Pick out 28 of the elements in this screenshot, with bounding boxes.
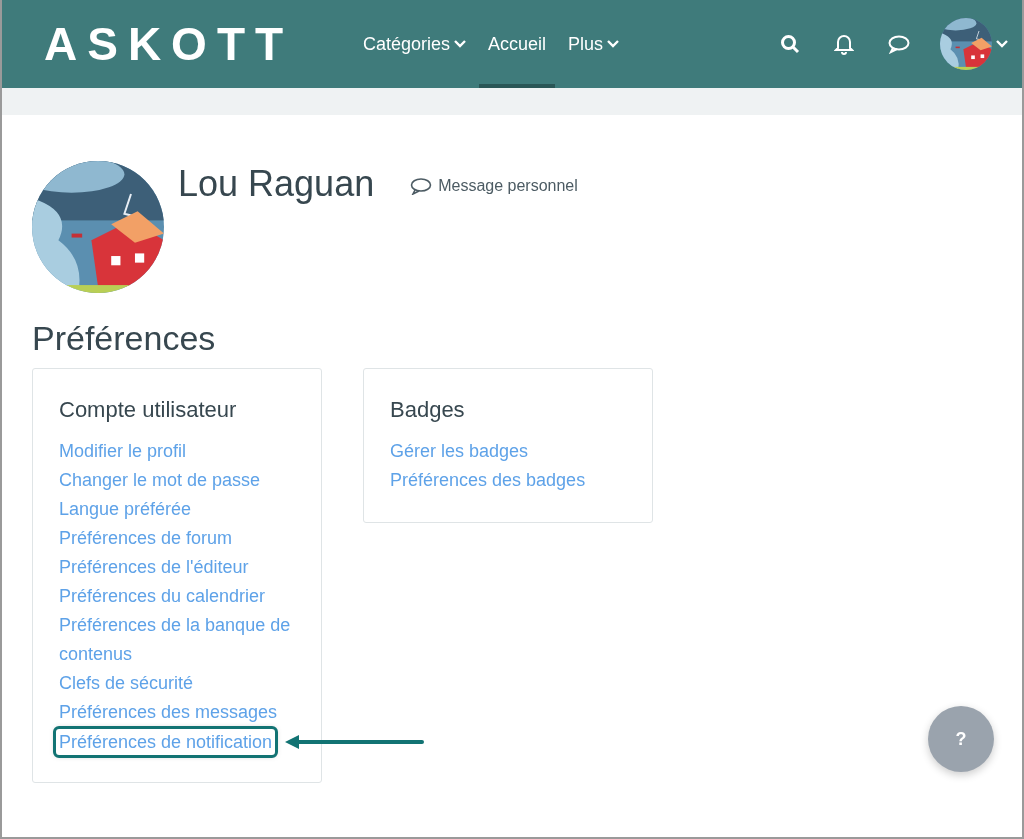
- preference-link[interactable]: Changer le mot de passe: [59, 466, 261, 495]
- preference-link[interactable]: Préférences du calendrier: [59, 582, 266, 611]
- message-link[interactable]: Message personnel: [410, 177, 578, 195]
- search-icon[interactable]: [780, 34, 800, 54]
- chat-bubble-icon: [410, 177, 433, 195]
- card-heading: Badges: [390, 397, 466, 423]
- preference-link[interactable]: Préférences de l'éditeur: [59, 553, 249, 582]
- preference-link[interactable]: Préférences de forum: [59, 524, 233, 553]
- highlighted-link[interactable]: Préférences de notification: [56, 729, 276, 755]
- chevron-down-icon: [996, 40, 1008, 48]
- user-name: Lou Raguan: [178, 162, 375, 206]
- bell-icon[interactable]: [834, 33, 854, 55]
- preference-link[interactable]: Préférences des badges: [390, 466, 586, 495]
- preference-link[interactable]: Préférences de la banque de contenus: [59, 611, 295, 669]
- arrow-icon: [283, 733, 426, 751]
- nav-item[interactable]: Plus: [559, 0, 629, 88]
- page-title: Préférences: [32, 319, 217, 358]
- preference-link[interactable]: Gérer les badges: [390, 437, 529, 466]
- preference-link[interactable]: Préférences des messages: [59, 698, 278, 727]
- preference-link[interactable]: Modifier le profil: [59, 437, 187, 466]
- nav-item[interactable]: Catégories: [354, 0, 476, 88]
- chat-bubble-icon[interactable]: [888, 34, 910, 54]
- preference-link[interactable]: Langue préférée: [59, 495, 192, 524]
- user-menu-button[interactable]: [940, 18, 1008, 70]
- logo[interactable]: ASKOTT: [44, 17, 354, 71]
- preference-link[interactable]: Clefs de sécurité: [59, 669, 194, 698]
- card-heading: Compte utilisateur: [59, 397, 238, 423]
- help-button[interactable]: ?: [928, 706, 994, 772]
